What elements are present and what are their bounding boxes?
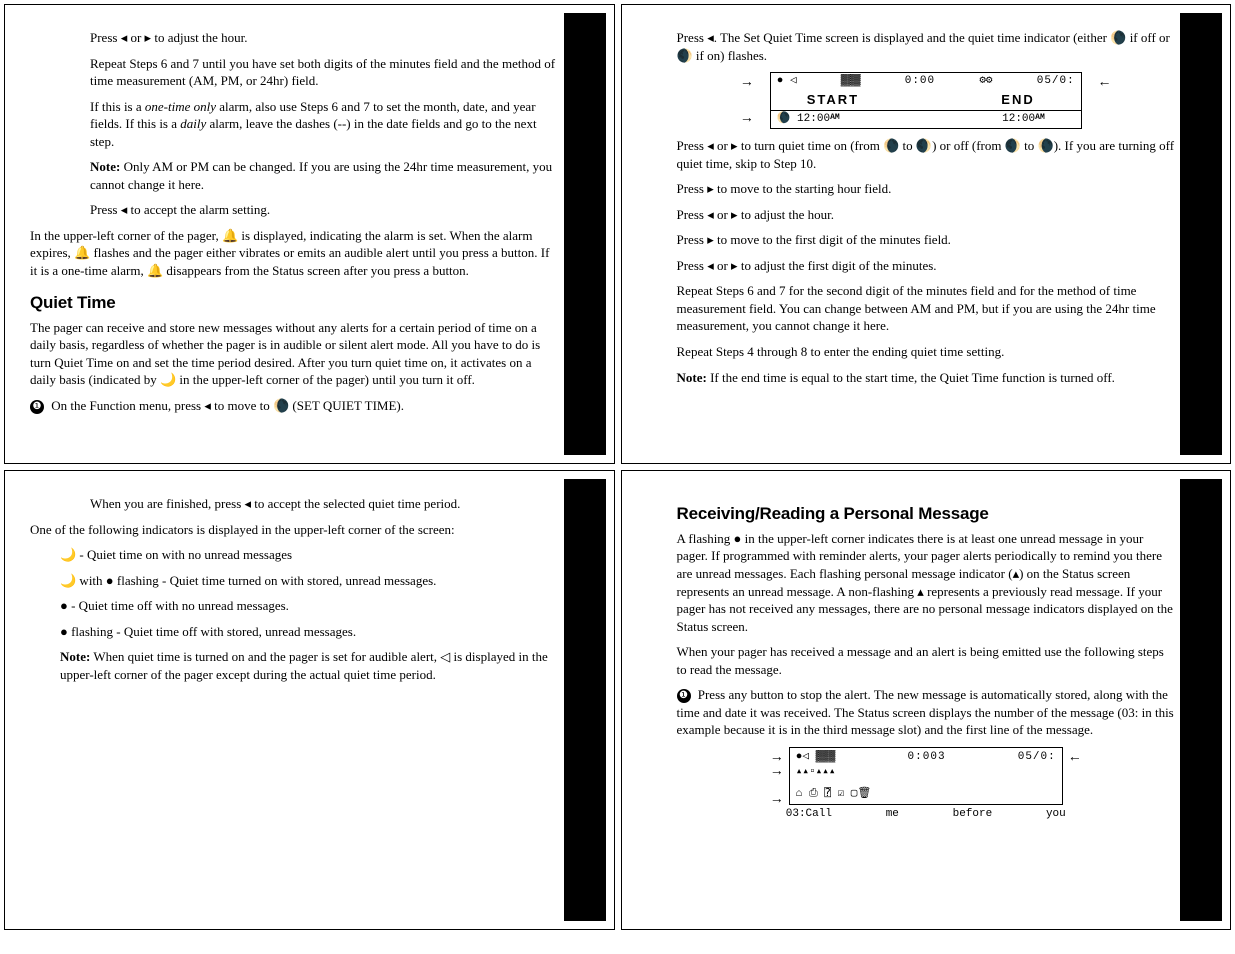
panel-top-right: Press ◂. The Set Quiet Time screen is di…	[621, 4, 1232, 464]
indicator-quiet-on-none: 🌙 - Quiet time on with no unread message…	[60, 546, 559, 564]
arrow-indicator-icon: →	[770, 763, 784, 782]
note-body: When quiet time is turned on and the pag…	[60, 649, 548, 682]
panel-bottom-left: When you are finished, press ◂ to accept…	[4, 470, 615, 930]
para-alarm-indicator: In the upper-left corner of the pager, 🔔…	[30, 227, 559, 280]
para-flashing-unread: A flashing ● in the upper-left corner in…	[677, 530, 1176, 635]
msg-frag: before	[953, 807, 993, 822]
lcd-battery-icon: ▓▓▓	[841, 75, 861, 88]
lcd-row-top: ● ◁ ▓▓▓ 0:00 ⚙⚙ 05/0:	[771, 73, 1081, 90]
lcd-time: 0:003	[908, 750, 946, 765]
panel-bottom-right: Receiving/Reading a Personal Message A f…	[621, 470, 1232, 930]
step-text: On the Function menu, press ◂ to move to…	[51, 398, 404, 413]
lcd-row-times: 🌘 12:00AM 12:00AM	[771, 110, 1081, 128]
step-press-set-quiet: Press ◂. The Set Quiet Time screen is di…	[677, 29, 1176, 64]
para-quiet-time-desc: The pager can receive and store new mess…	[30, 319, 559, 389]
lcd-function-icons: ⌂ ⎙ ⍰ ☑ ▢🗑	[796, 787, 1056, 802]
step-accept-alarm: Press ◂ to accept the alarm setting.	[90, 201, 559, 219]
indicator-quiet-off-unread: ● flashing - Quiet time off with stored,…	[60, 623, 559, 641]
step-move-start-hour: Press ▸ to move to the starting hour fie…	[677, 180, 1176, 198]
ampm: AM	[830, 113, 840, 122]
lcd-message-preview: 03:Call me before you	[782, 807, 1070, 822]
arrow-indicator-icon: →	[743, 111, 751, 128]
step-press-any-button: ❶ Press any button to stop the alert. Th…	[677, 686, 1176, 739]
lcd-misc-icon: ⚙⚙	[979, 75, 992, 88]
bullet-1-icon: ❶	[677, 689, 691, 703]
msg-frag: 03:Call	[786, 807, 832, 822]
time-text: 12:00	[1002, 113, 1035, 125]
black-strip	[564, 13, 606, 455]
black-strip	[1180, 479, 1222, 921]
panel-top-left: Press ◂ or ▸ to adjust the hour. Repeat …	[4, 4, 615, 464]
ampm: AM	[1035, 113, 1045, 122]
lcd-row-top: ●◁ ▓▓▓ 0:003 05/0:	[796, 750, 1056, 765]
time-text: 🌘 12:00	[777, 113, 830, 125]
arrow-indicator-icon: ←	[1100, 75, 1108, 92]
lcd-status-screen: ●◁ ▓▓▓ 0:003 05/0: ▴▴▫▴▴▴ ⌂ ⎙ ⍰ ☑ ▢🗑	[789, 747, 1063, 805]
para-alert-steps: When your pager has received a message a…	[677, 643, 1176, 678]
note-body: Only AM or PM can be changed. If you are…	[90, 159, 552, 192]
lcd-quiet-time-screen: → ← ● ◁ ▓▓▓ 0:00 ⚙⚙ 05/0: START END → 🌘 …	[770, 72, 1082, 129]
indicator-quiet-off-none: ● - Quiet time off with no unread messag…	[60, 597, 559, 615]
arrow-indicator-icon: →	[743, 75, 751, 92]
note-label: Note:	[60, 649, 90, 664]
lcd-end-label: END	[1001, 92, 1034, 108]
msg-frag: me	[886, 807, 899, 822]
step-adjust-minutes: Press ◂ or ▸ to adjust the first digit o…	[677, 257, 1176, 275]
frag-italic: one-time only	[145, 99, 216, 114]
step-one-time: If this is a one-time only alarm, also u…	[90, 98, 559, 151]
frag-italic: daily	[180, 116, 206, 131]
step-accept-quiet: When you are finished, press ◂ to accept…	[90, 495, 559, 513]
lcd-start-time: 🌘 12:00AM	[777, 113, 840, 126]
para-indicators-intro: One of the following indicators is displ…	[30, 521, 559, 539]
lcd-status-icons: ●◁ ▓▓▓	[796, 750, 836, 765]
step-move-minutes: Press ▸ to move to the first digit of th…	[677, 231, 1176, 249]
note-end-equals-start: Note: If the end time is equal to the st…	[677, 369, 1176, 387]
arrow-indicator-icon: →	[770, 791, 784, 810]
black-strip	[564, 479, 606, 921]
indicator-quiet-on-unread: 🌙 with ● flashing - Quiet time turned on…	[60, 572, 559, 590]
msg-frag: you	[1046, 807, 1066, 822]
note-audible-alert: Note: When quiet time is turned on and t…	[60, 648, 559, 683]
black-strip	[1180, 13, 1222, 455]
lcd-time: 0:00	[905, 75, 935, 88]
page-grid: Press ◂ or ▸ to adjust the hour. Repeat …	[0, 0, 1235, 934]
lcd-end-time: 12:00AM	[1002, 113, 1045, 126]
lcd-message-indicators: ▴▴▫▴▴▴	[796, 765, 1056, 780]
step-repeat-4-8: Repeat Steps 4 through 8 to enter the en…	[677, 343, 1176, 361]
lcd-start-label: START	[807, 92, 859, 108]
lcd-date: 05/0:	[1037, 75, 1075, 88]
note-am-pm: Note: Only AM or PM can be changed. If y…	[90, 158, 559, 193]
step-adjust-hour: Press ◂ or ▸ to adjust the hour.	[90, 29, 559, 47]
note-label: Note:	[677, 370, 707, 385]
step-function-menu: ❶ On the Function menu, press ◂ to move …	[30, 397, 559, 415]
heading-receiving-message: Receiving/Reading a Personal Message	[677, 503, 1176, 526]
step-toggle-quiet: Press ◂ or ▸ to turn quiet time on (from…	[677, 137, 1176, 172]
step-adjust-hour-2: Press ◂ or ▸ to adjust the hour.	[677, 206, 1176, 224]
step-text: Press any button to stop the alert. The …	[677, 687, 1174, 737]
note-label: Note:	[90, 159, 120, 174]
arrow-indicator-icon: ←	[1068, 749, 1082, 768]
step-repeat-6-7: Repeat Steps 6 and 7 until you have set …	[90, 55, 559, 90]
bullet-1-icon: ❶	[30, 400, 44, 414]
lcd-status-icons: ● ◁	[777, 75, 797, 88]
frag: If this is a	[90, 99, 145, 114]
lcd-date: 05/0:	[1018, 750, 1056, 765]
step-repeat-second-digit: Repeat Steps 6 and 7 for the second digi…	[677, 282, 1176, 335]
heading-quiet-time: Quiet Time	[30, 292, 559, 315]
indicator-list: 🌙 - Quiet time on with no unread message…	[60, 546, 559, 683]
lcd-row-labels: START END	[771, 90, 1081, 110]
note-body: If the end time is equal to the start ti…	[707, 370, 1115, 385]
